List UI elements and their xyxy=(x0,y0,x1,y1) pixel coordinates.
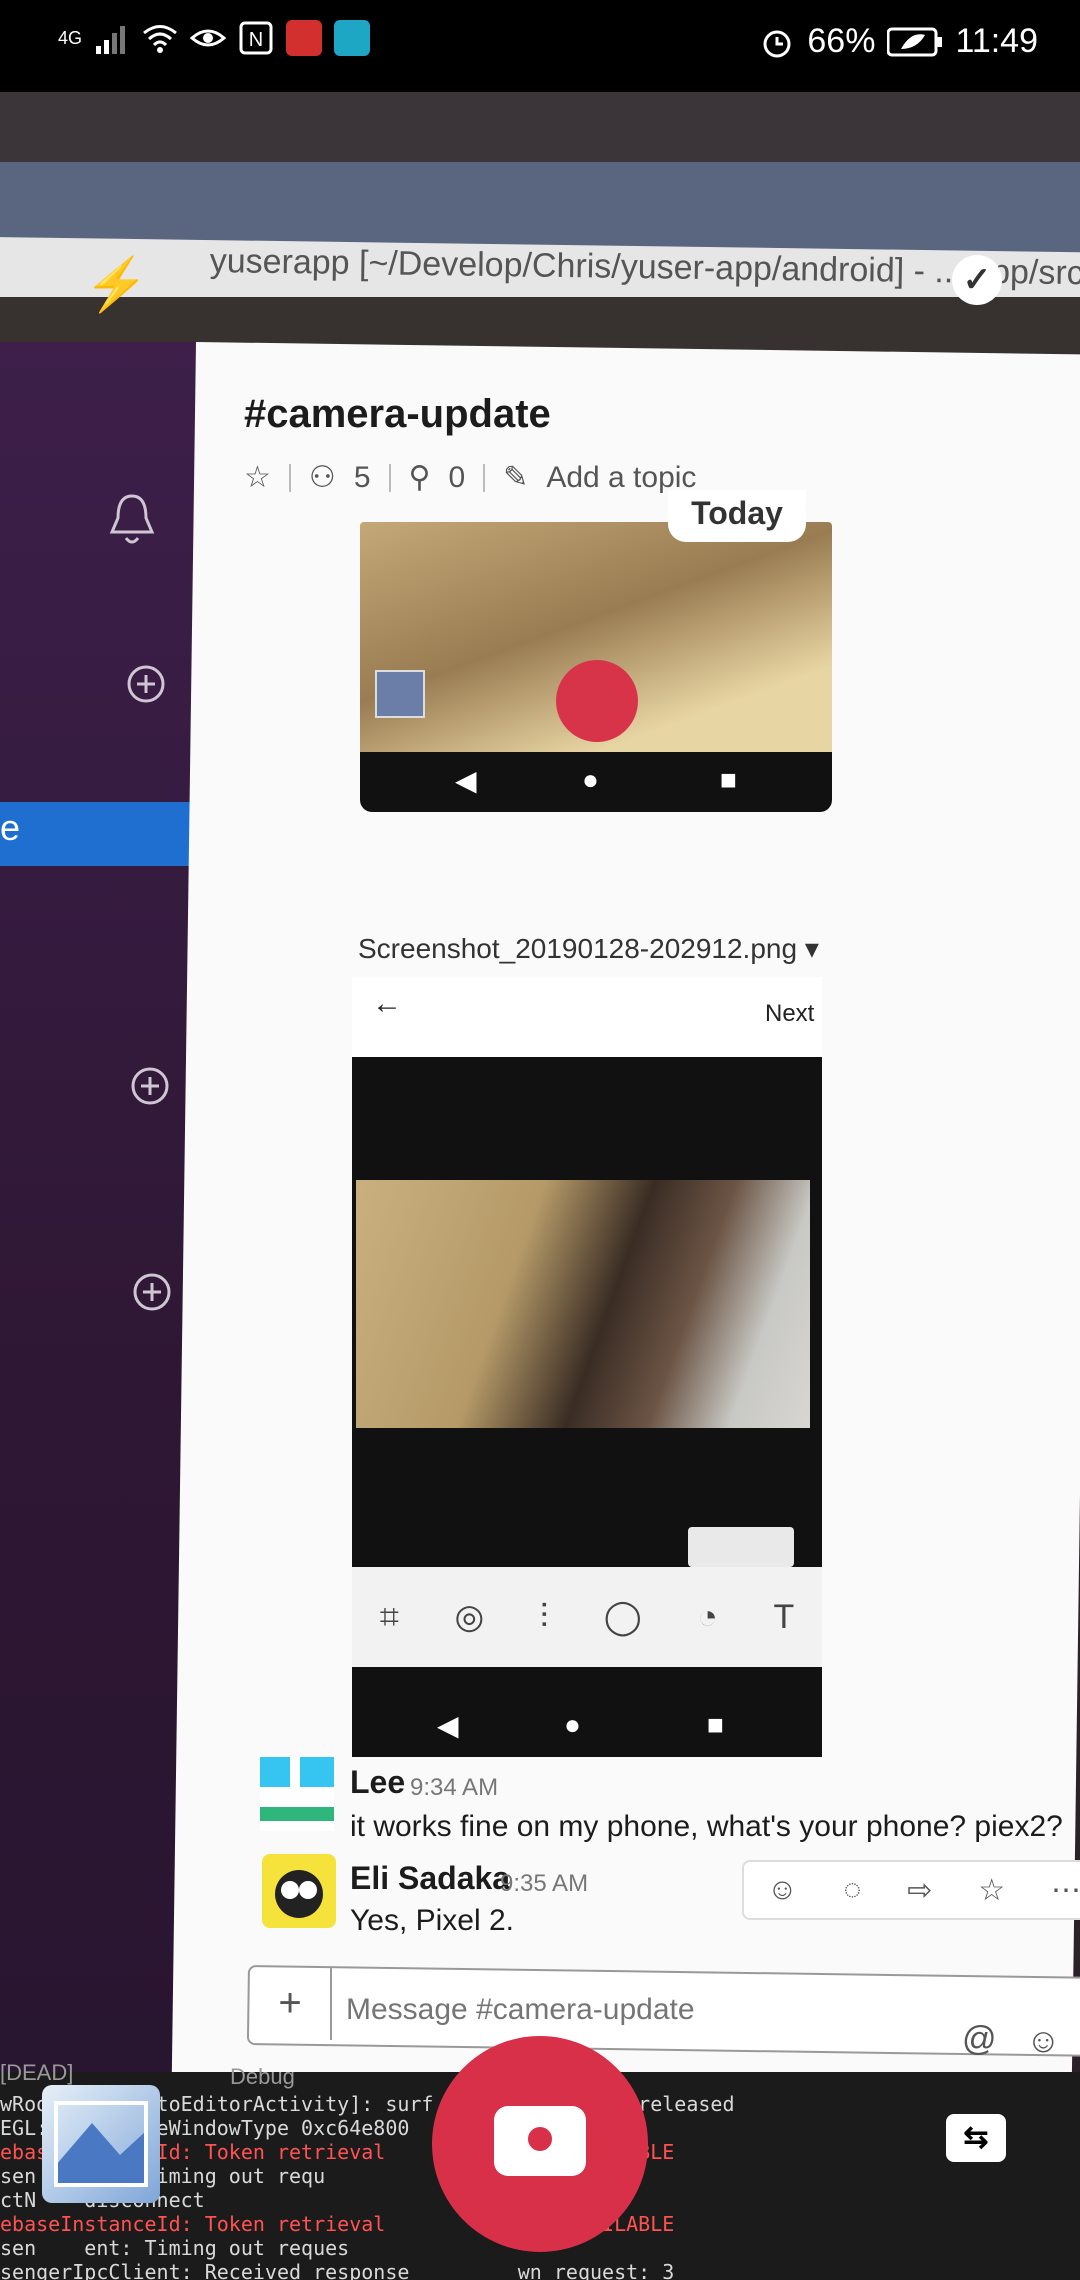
editor-photo xyxy=(356,1180,810,1428)
signal-icon xyxy=(96,26,126,54)
channel-meta: ☆ ⚇ 5 ⚲ 0 ✎ Add a topic xyxy=(244,460,696,495)
check-icon[interactable]: ✓ xyxy=(952,255,1002,305)
recents-icon: ■ xyxy=(707,1709,724,1740)
star-icon[interactable]: ☆ xyxy=(244,460,271,495)
back-icon: ◀ xyxy=(437,1710,459,1741)
bell-icon[interactable] xyxy=(108,492,156,548)
network-type: 4G xyxy=(58,27,83,48)
recents-icon: ■ xyxy=(720,764,737,795)
chevron-down-icon[interactable]: ▾ xyxy=(805,933,819,964)
sidebar-active-channel[interactable] xyxy=(0,802,196,866)
message-author[interactable]: Lee xyxy=(350,1764,405,1801)
member-count[interactable]: 5 xyxy=(354,461,371,495)
editor-next-label: Next xyxy=(765,1000,815,1027)
attachment-filename[interactable]: Screenshot_20190128-202912.png ▾ xyxy=(358,932,819,965)
pin-count[interactable]: 0 xyxy=(448,461,465,495)
filename-text[interactable]: Screenshot_20190128-202912.png xyxy=(358,933,797,964)
sticker-icon: ◔ xyxy=(697,1597,718,1636)
svg-text:N: N xyxy=(249,29,263,51)
message-input[interactable] xyxy=(344,1992,948,2028)
console-line: sen ent: Timing out reques xyxy=(0,2236,350,2260)
monitor-bezel xyxy=(0,92,1080,162)
status-bar: 4G N 66% 11:49 xyxy=(0,0,1080,92)
android-navbar: ◀ ● ■ xyxy=(352,1697,822,1757)
alarm-icon xyxy=(763,30,791,57)
mention-icon[interactable]: @ xyxy=(962,2020,997,2059)
members-icon[interactable]: ⚇ xyxy=(309,460,336,495)
book-app-icon xyxy=(334,20,371,56)
console-line: ebaseInstanceId: Token retrieval E_NOT_A… xyxy=(0,2212,675,2236)
avatar[interactable] xyxy=(262,1854,336,1928)
flash-icon[interactable]: ⚡ xyxy=(84,254,149,315)
star-icon[interactable]: ☆ xyxy=(978,1873,1005,1908)
battery-percent: 66% xyxy=(807,22,876,60)
gallery-button[interactable] xyxy=(42,2085,160,2203)
add-app-icon[interactable] xyxy=(132,1272,172,1312)
crop-icon: ⌗ xyxy=(379,1597,399,1636)
more-icon[interactable]: ⋯ xyxy=(1051,1873,1080,1908)
camera-icon xyxy=(556,660,638,742)
divider xyxy=(388,463,391,492)
message-time[interactable]: 9:34 AM xyxy=(410,1774,498,1802)
sidebar-active-label: e xyxy=(0,807,21,848)
back-icon: ◀ xyxy=(455,765,477,796)
home-icon: ● xyxy=(582,764,599,795)
message-text: Yes, Pixel 2. xyxy=(350,1904,514,1937)
clock: 11:49 xyxy=(955,22,1038,60)
date-divider: Today xyxy=(668,490,806,542)
camera-viewfinder: yuserapp [~/Develop/Chris/yuser-app/andr… xyxy=(0,92,1080,2280)
battery-icon xyxy=(887,27,943,56)
status-left: 4G N xyxy=(58,20,371,56)
message-time[interactable]: 9:35 AM xyxy=(500,1870,588,1898)
undo-redo-icons xyxy=(688,1527,794,1567)
message-actions: ☺ ◌ ⇨ ☆ ⋯ xyxy=(742,1860,1080,1920)
slack-sidebar: e xyxy=(0,342,196,2082)
console-tab-debug[interactable]: Debug xyxy=(230,2064,295,2090)
emoji-icon[interactable]: ☺ xyxy=(1026,2022,1061,2061)
nfc-icon: N xyxy=(239,21,273,55)
pencil-icon: ✎ xyxy=(503,461,529,494)
channel-title: #camera-update xyxy=(244,392,551,436)
share-icon[interactable]: ⇨ xyxy=(907,1873,932,1908)
gallery-thumbnail xyxy=(375,670,425,718)
adjust-icon: ⫶ xyxy=(539,1597,549,1636)
console-line: sengerIpcClient: Received response wn re… xyxy=(0,2260,675,2280)
arrow-left-icon: ← xyxy=(372,987,402,1020)
add-channel-icon[interactable] xyxy=(126,664,166,704)
message-author[interactable]: Eli Sadaka xyxy=(350,1860,510,1897)
video-app-icon xyxy=(286,20,323,56)
add-reaction-icon[interactable]: ☺ xyxy=(767,1873,798,1907)
home-icon: ● xyxy=(564,1709,581,1740)
console-tab-dead[interactable]: [DEAD] xyxy=(0,2060,73,2086)
message-text: it works fine on my phone, what's your p… xyxy=(350,1810,1063,1843)
filter-icon: ◎ xyxy=(454,1598,485,1636)
pin-icon[interactable]: ⚲ xyxy=(409,460,431,495)
status-right: 66% 11:49 xyxy=(759,22,1038,61)
plus-icon[interactable]: + xyxy=(250,1968,332,2040)
thread-icon[interactable]: ◌ xyxy=(843,1873,861,1907)
wifi-icon xyxy=(143,25,177,53)
divider xyxy=(483,463,486,492)
switch-camera-icon[interactable]: ⇆ xyxy=(946,2114,1006,2162)
add-dm-icon[interactable] xyxy=(130,1066,170,1106)
avatar[interactable] xyxy=(260,1757,334,1831)
editor-toolbar: ⌗ ◎ ⫶ ◯ ◔ T xyxy=(352,1567,822,1667)
camera-lens-icon xyxy=(522,2121,558,2157)
android-navbar: ◀ ● ■ xyxy=(360,752,832,812)
divider xyxy=(288,463,291,492)
eye-icon xyxy=(190,29,227,47)
editor-topbar xyxy=(352,977,822,1057)
focus-icon: ◯ xyxy=(603,1598,642,1636)
text-icon: T xyxy=(773,1597,795,1636)
